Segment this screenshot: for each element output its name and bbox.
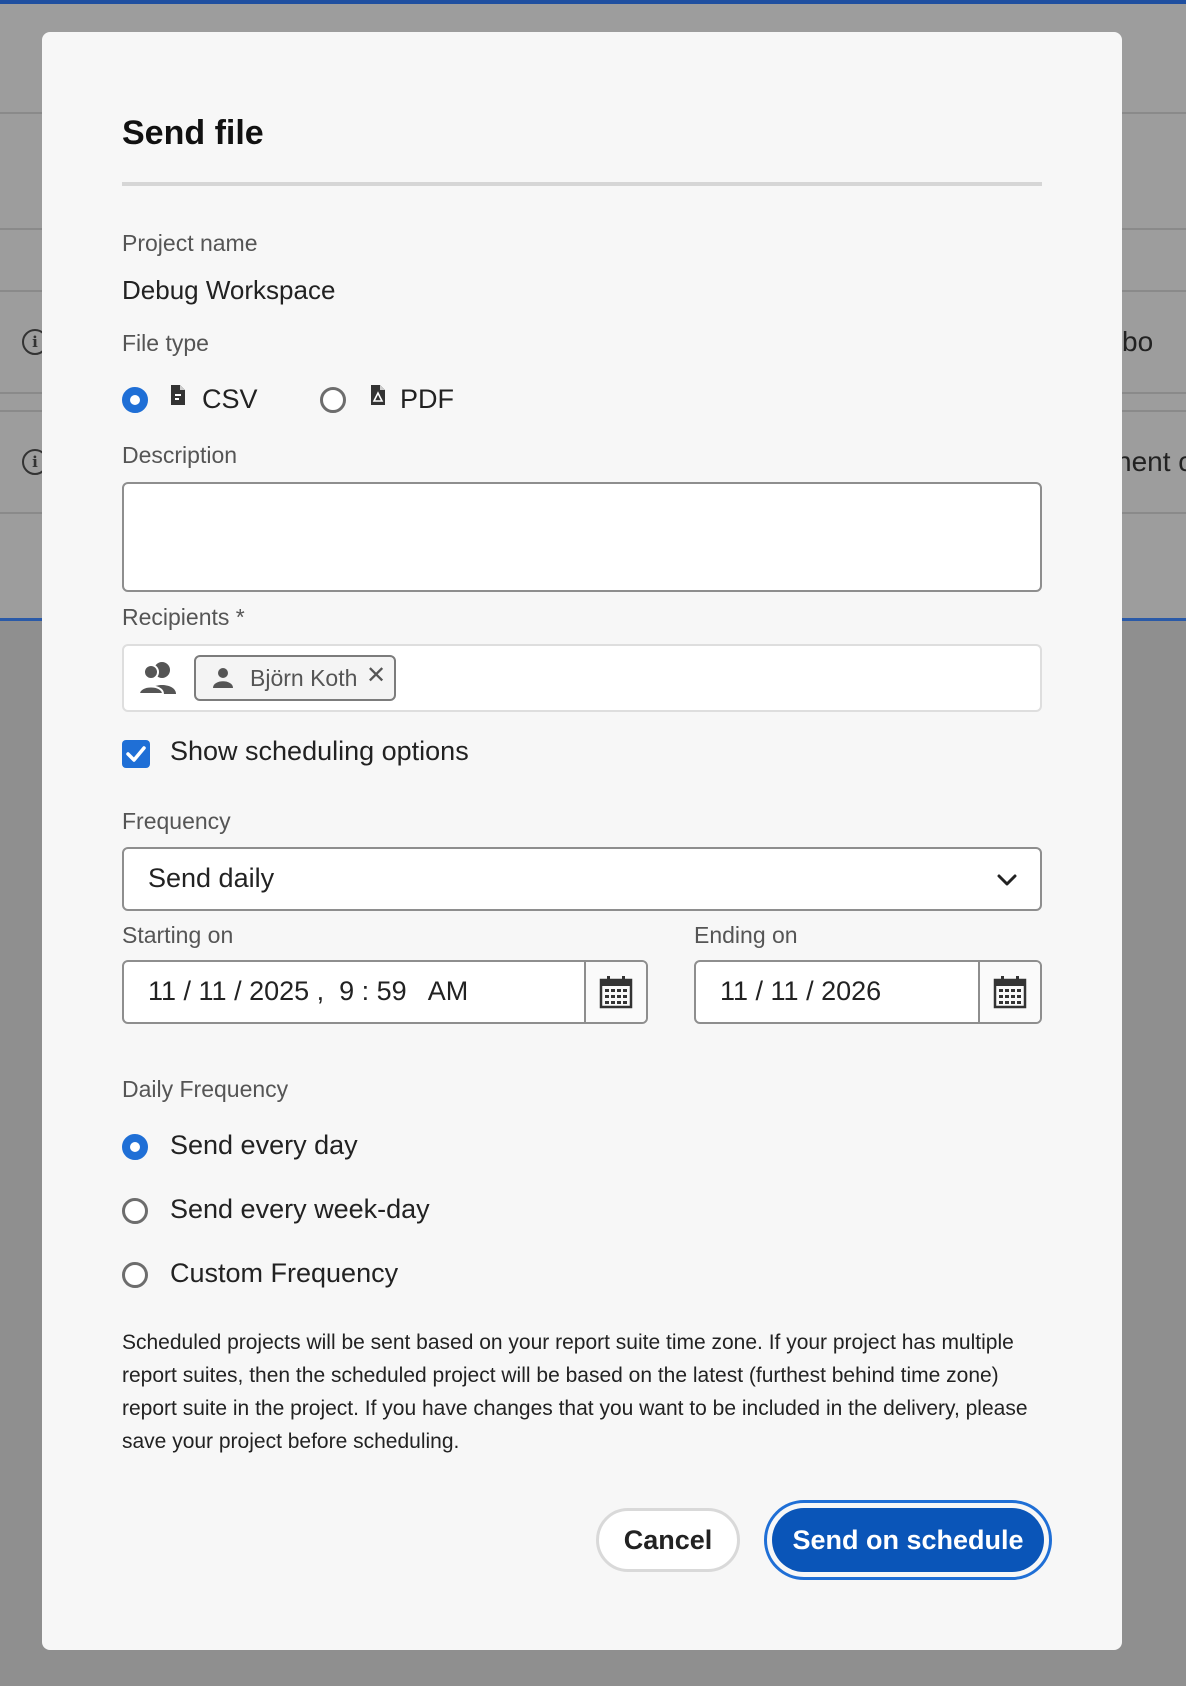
starting-calendar-button[interactable] <box>584 962 646 1022</box>
frequency-select[interactable]: Send daily <box>122 847 1042 911</box>
starting-on-value[interactable]: 11 / 11 / 2025 , 9 : 59 AM <box>148 976 468 1007</box>
description-label: Description <box>122 442 238 468</box>
project-name-label: Project name <box>122 230 258 256</box>
recipients-label: Recipients * <box>122 604 245 631</box>
ending-calendar-button[interactable] <box>978 962 1040 1022</box>
project-name-value: Debug Workspace <box>122 275 336 305</box>
calendar-icon <box>599 976 633 1009</box>
custom-frequency-label: Custom Frequency <box>170 1258 399 1288</box>
csv-radio[interactable] <box>122 387 148 413</box>
pdf-radio[interactable] <box>320 387 346 413</box>
starting-on-field[interactable]: 11 / 11 / 2025 , 9 : 59 AM <box>122 960 648 1024</box>
remove-recipient-icon[interactable]: ✕ <box>366 661 386 690</box>
show-scheduling-label[interactable]: Show scheduling options <box>170 736 469 767</box>
user-group-icon[interactable] <box>138 660 178 696</box>
recipients-field[interactable]: Björn Koth ✕ <box>122 644 1042 712</box>
send-on-schedule-button[interactable]: Send on schedule <box>772 1508 1044 1572</box>
starting-on-label: Starting on <box>122 922 234 948</box>
frequency-value: Send daily <box>148 863 275 893</box>
file-type-label: File type <box>122 330 209 356</box>
chevron-down-icon <box>997 874 1017 886</box>
description-textarea[interactable] <box>122 482 1042 592</box>
calendar-icon <box>993 976 1027 1009</box>
user-icon <box>213 668 233 688</box>
ending-on-field[interactable]: 11 / 11 / 2026 <box>694 960 1042 1024</box>
every-weekday-radio[interactable] <box>122 1198 148 1224</box>
scheduling-note: Scheduled projects will be sent based on… <box>122 1331 1028 1453</box>
daily-option-every-weekday[interactable]: Send every week-day <box>122 1194 522 1230</box>
recipient-name: Björn Koth <box>250 665 358 691</box>
send-file-dialog: Send file Project name Debug Workspace F… <box>42 32 1122 1650</box>
checkmark-icon <box>126 746 146 762</box>
cancel-button[interactable]: Cancel <box>596 1508 740 1572</box>
file-type-option-pdf[interactable]: PDF <box>320 384 460 424</box>
ending-on-label: Ending on <box>694 922 798 948</box>
show-scheduling-checkbox[interactable] <box>122 740 150 768</box>
ending-on-value[interactable]: 11 / 11 / 2026 <box>720 976 881 1007</box>
send-on-schedule-focus-ring[interactable]: Send on schedule <box>764 1500 1052 1580</box>
frequency-label: Frequency <box>122 808 231 834</box>
every-weekday-label: Send every week-day <box>170 1194 430 1224</box>
daily-option-every-day[interactable]: Send every day <box>122 1130 522 1166</box>
background-cell-text: nent c <box>1116 446 1186 477</box>
recipient-tag[interactable]: Björn Koth ✕ <box>194 655 396 701</box>
pdf-label: PDF <box>400 384 454 414</box>
file-type-option-csv[interactable]: CSV <box>122 384 262 424</box>
dialog-title: Send file <box>122 114 264 152</box>
every-day-radio[interactable] <box>122 1134 148 1160</box>
custom-frequency-radio[interactable] <box>122 1262 148 1288</box>
pdf-file-icon <box>371 385 385 405</box>
background-cell-text: bo <box>1122 326 1154 357</box>
title-divider <box>122 182 1042 186</box>
daily-frequency-label: Daily Frequency <box>122 1076 289 1102</box>
csv-file-icon <box>171 385 185 405</box>
recipients-label-text: Recipients <box>122 604 230 630</box>
csv-label: CSV <box>202 384 258 414</box>
required-mark: * <box>235 604 245 630</box>
every-day-label: Send every day <box>170 1130 358 1160</box>
daily-option-custom[interactable]: Custom Frequency <box>122 1258 522 1294</box>
